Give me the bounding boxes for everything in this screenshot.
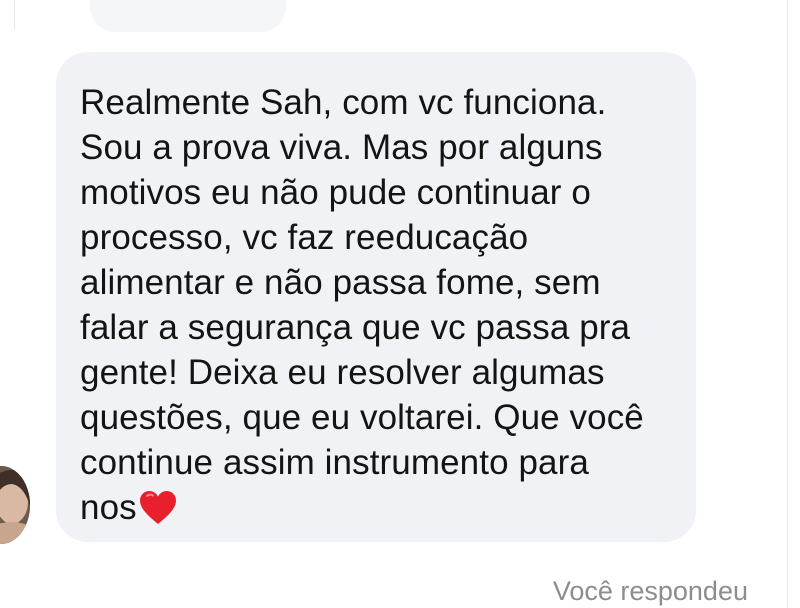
avatar[interactable] [0,466,30,544]
message-line: nos [80,488,137,527]
message-line: continue assim instrumento para [80,443,589,482]
message-line: alimentar e não passa fome, sem [80,263,601,302]
avatar-photo [0,466,30,544]
message-line: Realmente Sah, com vc funciona. [80,83,607,122]
message-line: motivos eu não pude continuar o [80,173,591,212]
left-divider [0,0,15,30]
previous-message-bubble[interactable] [90,0,286,32]
scrollbar[interactable] [787,0,800,608]
reply-status-text: Você respondeu [552,576,748,606]
message-text: Realmente Sah, com vc funciona. Sou a pr… [80,80,666,530]
red-heart-icon [139,491,176,524]
message-line: falar a segurança que vc passa pra [80,308,631,347]
message-bubble[interactable]: Realmente Sah, com vc funciona. Sou a pr… [56,52,696,542]
message-line: processo, vc faz reeducação [80,218,529,257]
message-line: questões, que eu voltarei. Que você [80,398,644,437]
message-line: Sou a prova viva. Mas por alguns [80,128,603,167]
message-line: gente! Deixa eu resolver algumas [80,353,605,392]
